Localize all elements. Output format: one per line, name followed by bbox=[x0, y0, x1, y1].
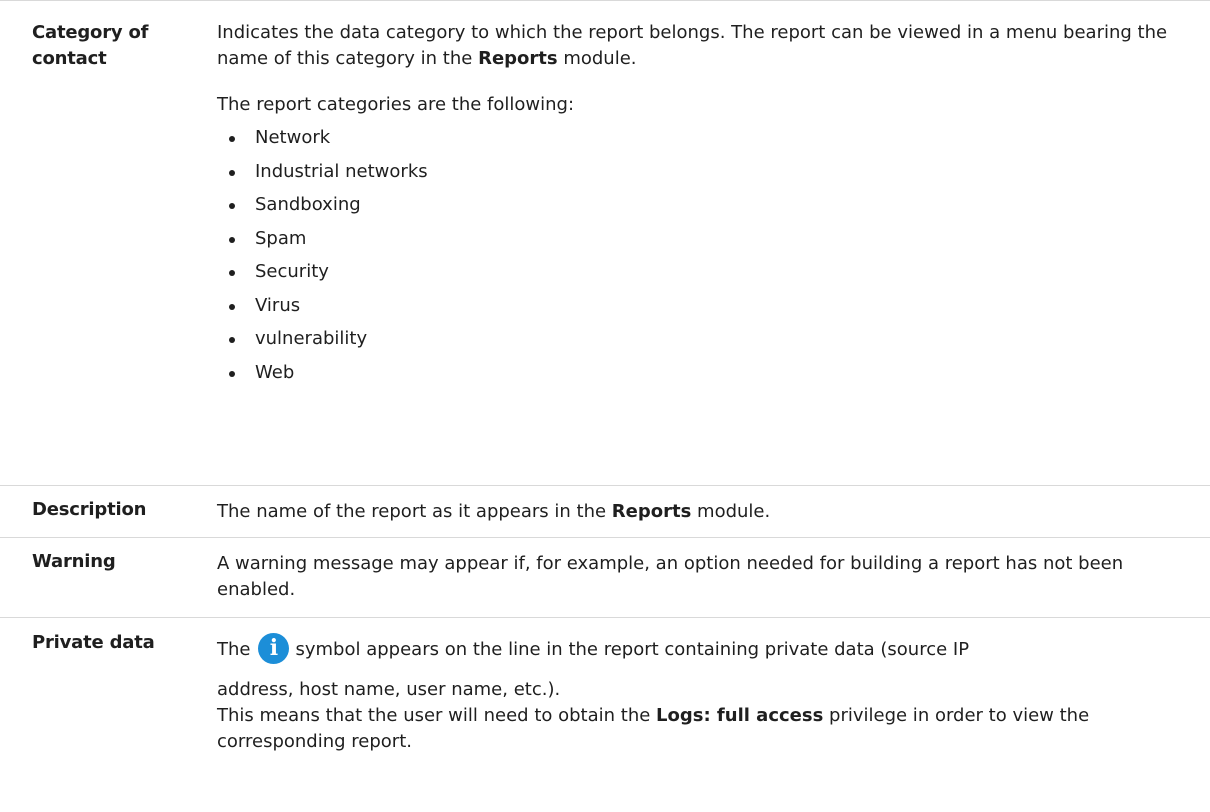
reports-module-name: Reports bbox=[478, 48, 558, 69]
list-item: Virus bbox=[217, 293, 1192, 327]
info-icon: i bbox=[258, 633, 290, 664]
desc-description: The name of the report as it appears in … bbox=[217, 499, 1192, 525]
row-private-data: Private data The i symbol appears on the l… bbox=[0, 618, 1210, 812]
list-item-label: Industrial networks bbox=[255, 160, 428, 182]
category-intro: Indicates the data category to which the… bbox=[217, 20, 1192, 72]
private-line-1: The i symbol appears on the line in the re… bbox=[217, 633, 1192, 664]
desc-warning: A warning message may appear if, for exa… bbox=[217, 553, 1124, 600]
bullet-icon bbox=[229, 169, 235, 176]
desc-private-data: The i symbol appears on the line in the re… bbox=[217, 633, 1192, 755]
private-line-3-start: This means that the user will need to ob… bbox=[217, 705, 657, 726]
private-line-1-start: The bbox=[217, 639, 251, 660]
list-item: Network bbox=[217, 125, 1192, 159]
term-description: Description bbox=[32, 499, 147, 520]
list-item: Web bbox=[217, 360, 1192, 394]
list-item: Sandboxing bbox=[217, 192, 1192, 226]
bullet-icon bbox=[229, 337, 235, 343]
list-item-label: Virus bbox=[255, 294, 301, 316]
bullet-icon bbox=[229, 303, 235, 310]
list-item: vulnerability bbox=[217, 326, 1192, 360]
term-private-data: Private data bbox=[32, 632, 155, 653]
list-item-label: Sandboxing bbox=[255, 194, 361, 215]
row-category: Category of contact Indicates the data c… bbox=[0, 0, 1210, 486]
list-item: Spam bbox=[217, 226, 1192, 260]
list-item-label: Security bbox=[255, 261, 329, 282]
description-text-end: module. bbox=[691, 501, 771, 522]
reports-module-name: Reports bbox=[611, 501, 692, 522]
bullet-icon bbox=[229, 370, 235, 377]
list-item-label: Network bbox=[255, 127, 331, 148]
category-intro-text: Indicates the data category to which the… bbox=[217, 22, 1168, 69]
term-category: Category of contact bbox=[32, 22, 149, 69]
list-item-label: Spam bbox=[255, 227, 307, 249]
private-line-3: This means that the user will need to ob… bbox=[217, 703, 1192, 755]
desc-category: Indicates the data category to which the… bbox=[217, 20, 1192, 393]
bullet-icon bbox=[229, 236, 235, 243]
bullet-icon bbox=[229, 203, 235, 209]
list-item: Security bbox=[217, 259, 1192, 293]
definition-table: Category of contact Indicates the data c… bbox=[0, 0, 1210, 812]
info-icon-glyph: i bbox=[269, 635, 279, 661]
row-description: Description The name of the report as it… bbox=[0, 486, 1210, 538]
privilege-name: Logs: full access bbox=[656, 705, 824, 726]
category-list: Network Industrial networks Sandboxing S… bbox=[217, 125, 1192, 393]
private-line-2: address, host name, user name, etc.). bbox=[217, 679, 561, 700]
row-warning: Warning A warning message may appear if,… bbox=[0, 538, 1210, 618]
description-text: The name of the report as it appears in … bbox=[217, 501, 612, 522]
list-item: Industrial networks bbox=[217, 159, 1192, 193]
term-warning: Warning bbox=[32, 551, 116, 572]
list-item-label: vulnerability bbox=[255, 328, 368, 349]
list-item-label: Web bbox=[255, 361, 295, 383]
bullet-icon bbox=[229, 136, 235, 142]
category-intro-end: module. bbox=[557, 48, 637, 69]
category-list-intro: The report categories are the following: bbox=[217, 94, 575, 115]
bullet-icon bbox=[229, 270, 235, 276]
private-line-1-end: symbol appears on the line in the report… bbox=[295, 639, 970, 660]
